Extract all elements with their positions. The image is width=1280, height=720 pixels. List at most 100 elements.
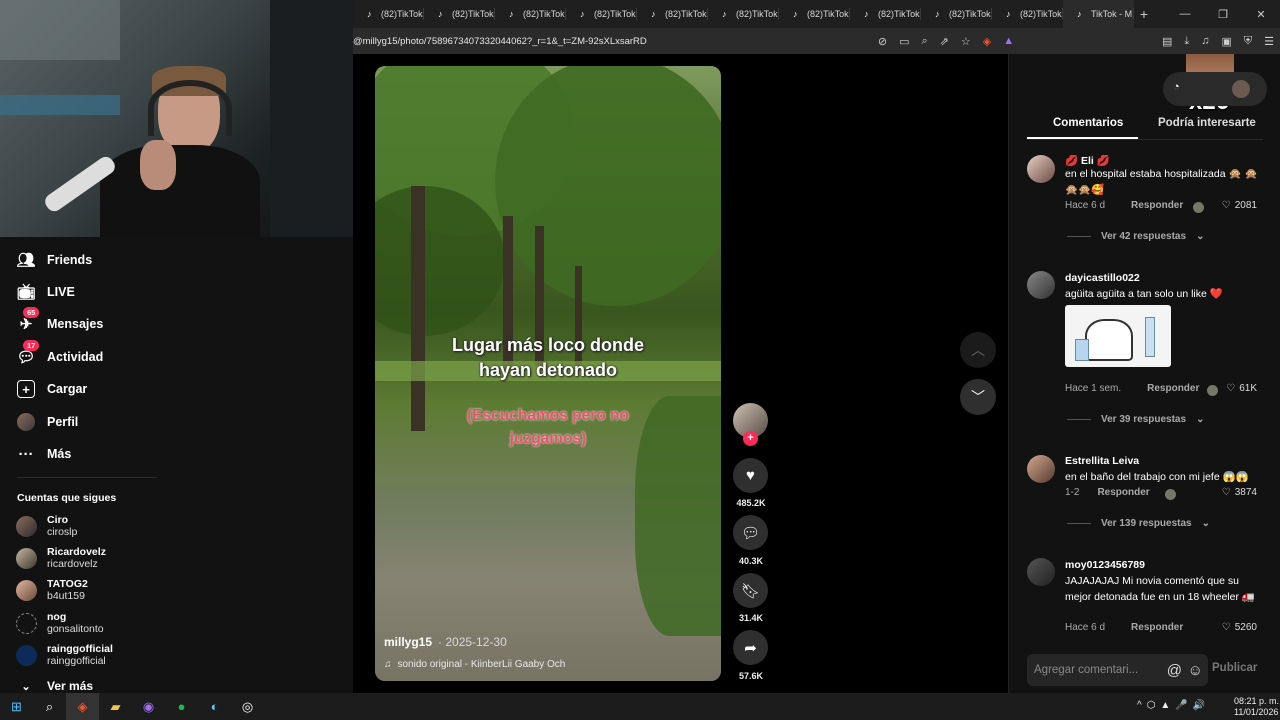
search-icon[interactable]: ⌕ (33, 693, 66, 720)
see-more-button[interactable]: ⌄ Ver más (17, 679, 93, 693)
view-replies-button[interactable]: Ver 42 respuestas ⌄ (1067, 231, 1204, 242)
next-video-button[interactable]: ﹀ (960, 379, 996, 415)
video-username[interactable]: millyg15 (384, 635, 432, 649)
close-icon[interactable]: ✕ (1242, 8, 1280, 21)
user-avatar[interactable] (1232, 80, 1250, 98)
avatar[interactable] (1027, 455, 1055, 483)
vpn-icon[interactable]: ⛨ (1244, 35, 1252, 48)
sidebar-item-activity[interactable]: 💬︎ 17 Actividad (16, 340, 103, 366)
steam-icon[interactable]: ◐ (198, 693, 231, 720)
like-count: 485.2K (736, 498, 766, 508)
sidebar-icon[interactable]: ▤ (1162, 35, 1172, 48)
menu-icon[interactable]: ☰ (1264, 35, 1274, 48)
browser-tab-active[interactable]: ♪ TikTok - M (1063, 0, 1134, 28)
reply-button[interactable]: Responder (1147, 383, 1199, 394)
spotify-icon[interactable]: ● (165, 693, 198, 720)
save-button[interactable]: 🔖︎ (733, 573, 768, 608)
sidebar-item-friends[interactable]: 👥︎ Friends (16, 251, 92, 269)
reply-button[interactable]: Responder (1131, 200, 1183, 211)
browser-tab[interactable]: ♪ (82)TikTok (424, 0, 495, 28)
reply-button[interactable]: Responder (1097, 487, 1149, 498)
comment-author[interactable]: dayicastillo022 (1065, 272, 1140, 284)
reply-button[interactable]: Responder (1131, 622, 1183, 633)
share-icon[interactable]: ⇗ (940, 35, 949, 48)
comment-like[interactable]: ♡ 5260 (1222, 622, 1257, 633)
comments-panel: x26 ◔ Comentarios Podría interesarte 💋 E… (1008, 54, 1280, 693)
bookmark-icon[interactable]: ☆ (961, 35, 971, 48)
avatar[interactable] (1027, 271, 1055, 299)
view-replies-button[interactable]: Ver 39 respuestas ⌄ (1067, 414, 1204, 425)
following-item[interactable]: Ricardovelz ricardovelz (16, 546, 106, 570)
avatar[interactable] (1027, 155, 1055, 183)
browser-tab[interactable]: ♪ (82)TikTok (353, 0, 424, 28)
rewards-icon[interactable]: ▲ (1003, 35, 1014, 47)
download-icon[interactable]: ⤓ (1184, 35, 1189, 48)
browser-tab[interactable]: ♪ (82)TikTok (566, 0, 637, 28)
browser-tab[interactable]: ♪ (82)TikTok (850, 0, 921, 28)
following-item[interactable]: TATOG2 b4ut159 (16, 578, 88, 602)
messages-icon: ✈︎ 65 (17, 307, 40, 333)
video-sound[interactable]: ♫ sonido original - KiinberLii Gaaby Och (384, 659, 565, 670)
avatar[interactable] (1027, 558, 1055, 586)
tab-interest[interactable]: Podría interesarte (1158, 117, 1256, 129)
video-author[interactable]: millyg15 · 2025-12-30 (384, 635, 507, 649)
following-item[interactable]: Ciro ciroslp (16, 514, 77, 538)
following-item[interactable]: rainggofficial rainggofficial (16, 643, 113, 667)
sidebar-item-messages[interactable]: ✈︎ 65 Mensajes (17, 307, 103, 333)
comment-author[interactable]: Estrellita Leiva (1065, 455, 1139, 467)
comment-like[interactable]: ♡ 2081 (1222, 200, 1257, 211)
tab-comments[interactable]: Comentarios (1053, 117, 1123, 129)
browser-tab[interactable]: ♪ (82)TikTok (992, 0, 1063, 28)
more-icon: ··· (18, 445, 34, 463)
follow-plus-icon[interactable]: + (743, 431, 758, 446)
comment-sticker-image[interactable] (1065, 305, 1171, 367)
following-user: ricardovelz (47, 558, 98, 570)
browser-tab[interactable]: ♪ (82)TikTok (779, 0, 850, 28)
following-user: gonsalitonto (47, 623, 104, 635)
brave-browser-icon[interactable]: ◈ (66, 693, 99, 720)
sidebar-item-upload[interactable]: + Cargar (17, 380, 87, 398)
url-field[interactable]: @millyg15/photo/7589673407332044062?_r=1… (353, 36, 647, 47)
tab-label: (82)TikTok (452, 9, 494, 19)
chevron-down-icon: ﹀ (971, 389, 985, 405)
following-name: Ricardovelz (47, 546, 106, 558)
cast-icon[interactable]: ▭ (899, 35, 909, 48)
share-button[interactable]: ➦ (733, 630, 768, 665)
zoom-icon[interactable]: ⌕ (921, 35, 927, 48)
browser-tab[interactable]: ♪ (82)TikTok (921, 0, 992, 28)
minimize-icon[interactable]: — (1166, 8, 1204, 20)
sidebar-item-live[interactable]: 📺︎ LIVE (16, 283, 74, 301)
previous-video-button[interactable]: ︿ (960, 332, 996, 368)
view-replies-button[interactable]: Ver 139 respuestas ⌄ (1067, 518, 1210, 529)
restore-icon[interactable]: ❐ (1204, 8, 1242, 21)
system-tray-icons[interactable]: ^⬡▲🎤🔊 (1137, 700, 1210, 711)
sidebar-item-profile[interactable]: Perfil (17, 413, 78, 431)
browser-tab[interactable]: ♪ (82)TikTok (495, 0, 566, 28)
like-button[interactable]: ♥ (733, 458, 768, 493)
comment-button[interactable]: 💬︎ (733, 515, 768, 550)
music-icon[interactable]: ♫ (1201, 35, 1209, 47)
comment-like[interactable]: ♡ 3874 (1222, 487, 1257, 498)
video-player[interactable]: Lugar más loco donde hayan detonado (Esc… (375, 66, 721, 681)
comment-input[interactable]: Agregar comentari... @ ☺ (1027, 654, 1208, 686)
comment-author[interactable]: moy0123456789 (1065, 559, 1145, 571)
mention-icon[interactable]: @ (1167, 662, 1182, 679)
following-item[interactable]: nog gonsalitonto (16, 611, 104, 635)
clock-time[interactable]: 08:21 p. m. (1234, 696, 1279, 706)
no-translate-icon[interactable]: ⊘ (878, 35, 887, 48)
wallet-icon[interactable]: ▣ (1221, 35, 1231, 48)
brave-shield-icon[interactable]: ◈ (983, 35, 991, 48)
sidebar-item-more[interactable]: ··· Más (17, 445, 72, 463)
windows-start-icon[interactable]: ⊞ (0, 693, 33, 720)
emoji-icon[interactable]: ☺ (1188, 662, 1203, 679)
app-icon[interactable]: ◉ (132, 693, 165, 720)
browser-tab[interactable]: ♪ (82)TikTok (637, 0, 708, 28)
new-tab-button[interactable]: + (1134, 6, 1154, 22)
obs-icon[interactable]: ◎ (231, 693, 264, 720)
avatar (16, 547, 37, 569)
clock-date[interactable]: 11/01/2026 (1234, 707, 1278, 717)
browser-tab[interactable]: ♪ (82)TikTok (708, 0, 779, 28)
file-explorer-icon[interactable]: ▰ (99, 693, 132, 720)
comment-like[interactable]: ♡ 61K (1226, 383, 1257, 394)
publish-button[interactable]: Publicar (1212, 662, 1257, 674)
